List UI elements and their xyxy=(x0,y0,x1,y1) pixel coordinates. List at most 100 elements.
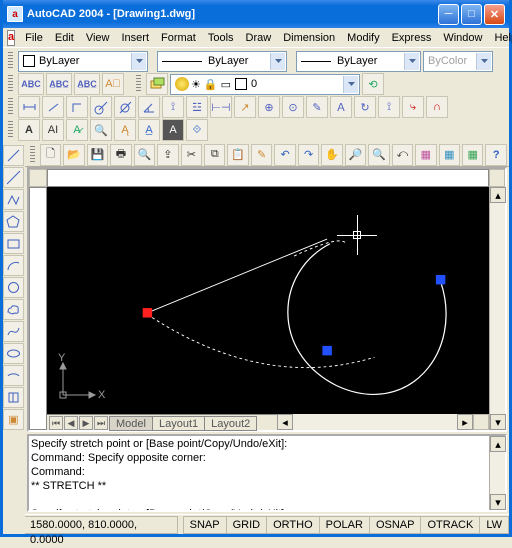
textstyle-button[interactable]: AB̲C xyxy=(18,73,44,95)
polyline-button[interactable] xyxy=(3,189,24,210)
style4-button[interactable]: A⃠ xyxy=(102,73,124,95)
new-button[interactable]: 🗋 xyxy=(40,144,61,166)
toolbar-grip[interactable] xyxy=(136,75,141,93)
open-button[interactable]: 📂 xyxy=(63,144,84,166)
help-button[interactable]: ? xyxy=(485,144,506,166)
toolbar-grip[interactable] xyxy=(8,75,13,93)
menu-help[interactable]: Help xyxy=(488,30,512,46)
textstyle3-button[interactable]: A̲B̲C̲ xyxy=(74,73,100,95)
xline-button[interactable] xyxy=(3,167,24,188)
make-block-button[interactable]: ▣ xyxy=(3,409,24,430)
dim-angular-button[interactable] xyxy=(138,96,160,118)
menu-modify[interactable]: Modify xyxy=(341,30,385,46)
model-viewport[interactable]: X Y xyxy=(47,187,489,414)
polygon-button[interactable] xyxy=(3,211,24,232)
match-button[interactable]: ✎ xyxy=(251,144,272,166)
revcloud-button[interactable] xyxy=(3,299,24,320)
ellipse-arc-button[interactable] xyxy=(3,365,24,386)
cmd-scroll-down-button[interactable]: ▾ xyxy=(490,494,506,510)
dim-radius-button[interactable] xyxy=(90,96,112,118)
tab-first-button[interactable]: ⏮ xyxy=(49,416,63,430)
dim-linear-button[interactable] xyxy=(18,96,40,118)
lineweight-dropdown[interactable]: ByLayer xyxy=(296,51,421,72)
close-button[interactable]: ✕ xyxy=(484,4,505,25)
textstyle2-button[interactable]: A̲B̲C̲ xyxy=(46,73,72,95)
minimize-button[interactable]: ─ xyxy=(438,4,459,25)
dim-over-button[interactable]: ⤷ xyxy=(402,96,424,118)
publish-button[interactable]: ⇪ xyxy=(157,144,178,166)
layer-prev-button[interactable]: ⟲ xyxy=(362,73,384,95)
mtext-button[interactable]: A xyxy=(18,119,40,141)
tab-next-button[interactable]: ▶ xyxy=(79,416,93,430)
toolbar-grip[interactable] xyxy=(8,121,13,139)
menu-express[interactable]: Express xyxy=(386,30,438,46)
plotstyle-dropdown[interactable]: ByColor xyxy=(423,51,493,72)
menu-dimension[interactable]: Dimension xyxy=(277,30,341,46)
tab-last-button[interactable]: ⏭ xyxy=(94,416,108,430)
arc-button[interactable] xyxy=(3,255,24,276)
menu-tools[interactable]: Tools xyxy=(202,30,240,46)
preview-button[interactable]: 🔍 xyxy=(134,144,155,166)
edit-text-button[interactable]: A̷ xyxy=(66,119,88,141)
dim-tolerance-button[interactable]: ⊕ xyxy=(258,96,280,118)
vscroll-down-button[interactable]: ▾ xyxy=(490,414,506,430)
redo-button[interactable]: ↷ xyxy=(298,144,319,166)
ortho-toggle[interactable]: ORTHO xyxy=(266,516,320,534)
undo-button[interactable]: ↶ xyxy=(274,144,295,166)
maximize-button[interactable]: □ xyxy=(461,4,482,25)
dim-ordinate-button[interactable] xyxy=(66,96,88,118)
zoom-prev-button[interactable]: ⤺ xyxy=(392,144,413,166)
justify-text-button[interactable]: A xyxy=(162,119,184,141)
ellipse-button[interactable] xyxy=(3,343,24,364)
properties-button[interactable]: ▦ xyxy=(415,144,436,166)
save-button[interactable]: 💾 xyxy=(87,144,108,166)
color-dropdown[interactable]: ByLayer xyxy=(18,51,148,72)
tab-prev-button[interactable]: ◀ xyxy=(64,416,78,430)
command-window[interactable]: Specify stretch point or [Base point/Cop… xyxy=(27,434,507,512)
hscroll-track[interactable] xyxy=(293,414,457,430)
toolbar-grip[interactable] xyxy=(8,98,13,116)
toolbar-grip[interactable] xyxy=(30,146,35,164)
magnet-icon[interactable]: ∩ xyxy=(426,96,448,118)
hscroll-right-button[interactable]: ▸ xyxy=(457,414,473,430)
line-button[interactable] xyxy=(3,145,24,166)
scale-text-button[interactable]: A̲ xyxy=(138,119,160,141)
dtext-button[interactable]: AI xyxy=(42,119,64,141)
osnap-toggle[interactable]: OSNAP xyxy=(369,516,422,534)
dim-edit-button[interactable]: ✎ xyxy=(306,96,328,118)
pan-button[interactable]: ✋ xyxy=(321,144,342,166)
hscroll-left-button[interactable]: ◂ xyxy=(277,414,293,430)
dim-baseline-button[interactable]: ☳ xyxy=(186,96,208,118)
menu-window[interactable]: Window xyxy=(437,30,488,46)
designcenter-button[interactable]: ▦ xyxy=(439,144,460,166)
polar-toggle[interactable]: POLAR xyxy=(319,516,370,534)
tab-layout1[interactable]: Layout1 xyxy=(152,416,205,431)
menu-view[interactable]: View xyxy=(80,30,116,46)
dim-leader-button[interactable]: ↗ xyxy=(234,96,256,118)
rectangle-button[interactable] xyxy=(3,233,24,254)
convert-text-button[interactable]: ⟐ xyxy=(186,119,208,141)
coords-readout[interactable]: 1580.0000, 810.0000, 0.0000 xyxy=(25,516,178,534)
menu-format[interactable]: Format xyxy=(155,30,202,46)
dim-continue-button[interactable]: ⊢⊣ xyxy=(210,96,232,118)
circle-button[interactable] xyxy=(3,277,24,298)
dim-diameter-button[interactable] xyxy=(114,96,136,118)
plot-button[interactable]: 🖶 xyxy=(110,144,131,166)
vscroll[interactable]: ▴ ▾ xyxy=(489,187,505,430)
menu-draw[interactable]: Draw xyxy=(240,30,278,46)
dim-center-button[interactable]: ⊙ xyxy=(282,96,304,118)
dim-tedit-button[interactable]: Ａ xyxy=(330,96,352,118)
grid-toggle[interactable]: GRID xyxy=(226,516,268,534)
otrack-toggle[interactable]: OTRACK xyxy=(420,516,480,534)
find-text-button[interactable]: 🔍 xyxy=(90,119,112,141)
snap-toggle[interactable]: SNAP xyxy=(183,516,227,534)
zoom-win-button[interactable]: 🔍 xyxy=(368,144,389,166)
layer-dropdown[interactable]: ☀ 🔒 ▭ 0 xyxy=(170,74,360,95)
menu-edit[interactable]: Edit xyxy=(49,30,80,46)
tab-layout2[interactable]: Layout2 xyxy=(204,416,257,431)
tab-model[interactable]: Model xyxy=(109,416,153,431)
textstyle-button[interactable]: Ą xyxy=(114,119,136,141)
lwt-toggle[interactable]: LW xyxy=(479,516,509,534)
zoom-rt-button[interactable]: 🔎 xyxy=(345,144,366,166)
paste-button[interactable]: 📋 xyxy=(227,144,248,166)
